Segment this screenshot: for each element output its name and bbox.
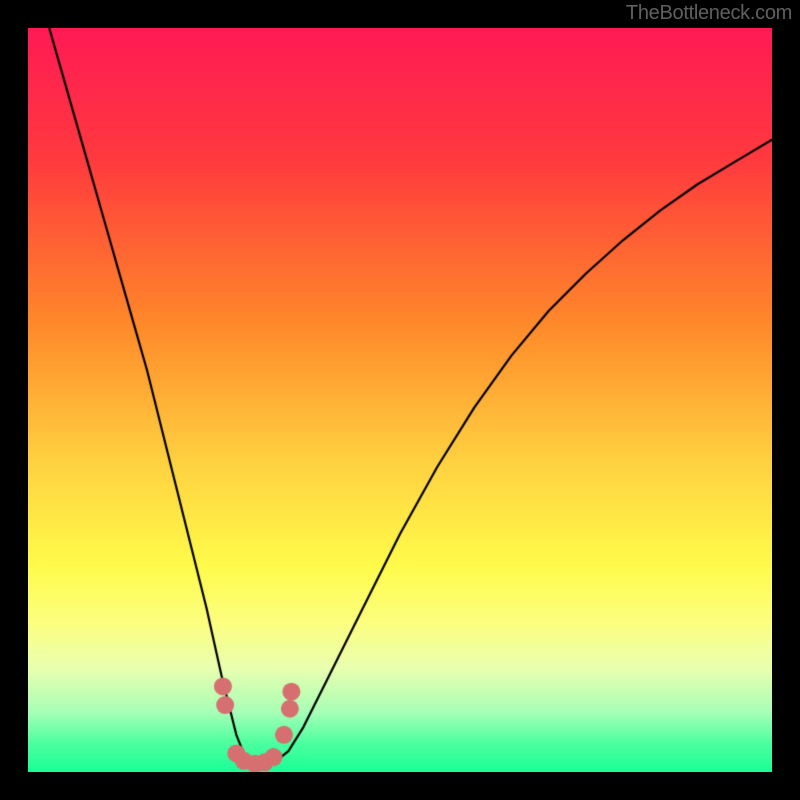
attribution-text: TheBottleneck.com <box>626 2 792 25</box>
plot-area <box>28 28 772 772</box>
bottleneck-curve-chart <box>28 28 772 772</box>
chart-frame: TheBottleneck.com <box>0 0 800 800</box>
